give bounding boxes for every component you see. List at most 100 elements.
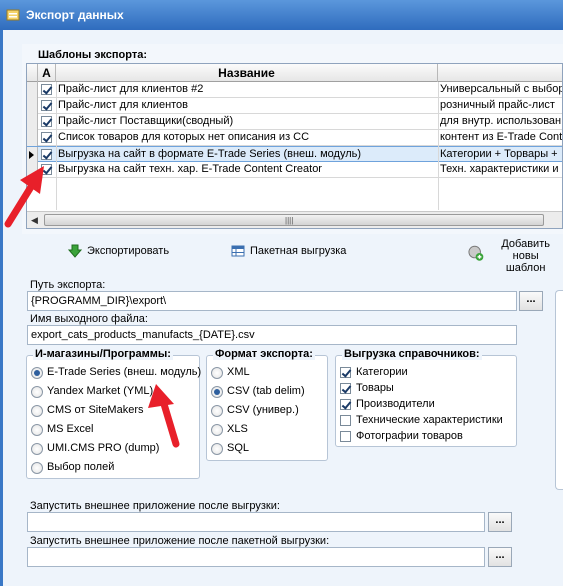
- table-row[interactable]: Выгрузка на сайт техн. хар. E-Trade Cont…: [27, 162, 562, 178]
- grid-header: А Название: [27, 64, 562, 82]
- add-template-icon: [468, 245, 484, 261]
- option-label[interactable]: Выбор полей: [47, 461, 114, 473]
- option-label[interactable]: E-Trade Series (внеш. модуль): [47, 366, 201, 378]
- row-active-checkbox[interactable]: [41, 84, 52, 95]
- row-description: Техн. характеристики и: [440, 163, 559, 175]
- templates-grid[interactable]: А Название Прайс-лист для клиентов #2 Уни…: [26, 63, 563, 229]
- row-selector[interactable]: [27, 130, 38, 146]
- output-file-input[interactable]: export_cats_products_manufacts_{DATE}.cs…: [27, 325, 517, 345]
- row-description: для внутр. использован: [440, 115, 562, 127]
- header-active[interactable]: А: [38, 64, 56, 82]
- horizontal-scrollbar[interactable]: ◀ ||||: [27, 211, 562, 228]
- export-window: Экспорт данных Шаблоны экспорта: А Назва…: [0, 0, 563, 586]
- batch-table-icon: [231, 245, 245, 257]
- row-name: Прайс-лист для клиентов #2: [58, 83, 204, 95]
- option-label[interactable]: XML: [227, 366, 250, 378]
- row-active-checkbox[interactable]: [41, 132, 52, 143]
- checkbox[interactable]: [340, 431, 351, 442]
- run-after-batch-browse-button[interactable]: ...: [488, 547, 512, 567]
- export-path-input[interactable]: {PROGRAMM_DIR}\export\: [27, 291, 517, 311]
- current-row-icon: [29, 151, 34, 159]
- option-label[interactable]: Производители: [356, 398, 435, 410]
- export-app-icon: [6, 9, 20, 21]
- row-description: Универсальный с выбор: [440, 83, 563, 95]
- run-after-input[interactable]: [27, 512, 485, 532]
- col-separator: [438, 82, 439, 210]
- row-active-checkbox[interactable]: [41, 100, 52, 111]
- scrollbar-thumb[interactable]: ||||: [44, 214, 544, 226]
- add-template-button[interactable]: Добавить новы шаблон: [467, 238, 563, 274]
- references-group-title: Выгрузка справочников:: [342, 348, 482, 360]
- radio-button[interactable]: [211, 405, 223, 417]
- checkbox[interactable]: [340, 367, 351, 378]
- table-row[interactable]: Прайс-лист для клиентов #2 Универсальный …: [27, 82, 562, 98]
- annotation-arrow-icon: [148, 384, 180, 448]
- radio-button[interactable]: [31, 386, 43, 398]
- option-label[interactable]: Yandex Market (YML): [47, 385, 153, 397]
- option-label[interactable]: CSV (tab delim): [227, 385, 305, 397]
- run-after-batch-input[interactable]: [27, 547, 485, 567]
- option-label[interactable]: Категории: [356, 366, 408, 378]
- row-selector[interactable]: [27, 98, 38, 114]
- row-name: Прайс-лист для клиентов: [58, 99, 189, 111]
- row-active-checkbox[interactable]: [41, 116, 52, 127]
- add-template-label-line2: шаблон: [505, 262, 546, 274]
- run-after-label: Запустить внешнее приложение после выгру…: [30, 500, 280, 512]
- option-label[interactable]: CSV (универ.): [227, 404, 299, 416]
- side-panel-edge: [555, 290, 563, 490]
- header-name[interactable]: Название: [56, 64, 438, 82]
- add-template-label-line1: Добавить новы: [501, 238, 550, 262]
- radio-button[interactable]: [211, 367, 223, 379]
- header-description[interactable]: [438, 64, 562, 82]
- row-active-checkbox[interactable]: [41, 149, 52, 160]
- row-description: Категории + Торвары +: [440, 148, 558, 160]
- option-label[interactable]: UMI.CMS PRO (dump): [47, 442, 159, 454]
- option-label[interactable]: Технические характеристики: [356, 414, 503, 426]
- radio-button[interactable]: [211, 424, 223, 436]
- table-row[interactable]: Список товаров для которых нет описания …: [27, 130, 562, 146]
- batch-export-label: Пакетная выгрузка: [250, 245, 347, 257]
- table-row[interactable]: Прайс-лист Поставщики(сводный) для внутр.…: [27, 114, 562, 130]
- run-after-batch-label: Запустить внешнее приложение после пакет…: [30, 535, 330, 547]
- radio-button[interactable]: [211, 386, 223, 398]
- option-label[interactable]: XLS: [227, 423, 248, 435]
- table-row[interactable]: Выгрузка на сайт в формате E-Trade Serie…: [27, 146, 562, 163]
- row-name: Прайс-лист Поставщики(сводный): [58, 115, 234, 127]
- radio-button[interactable]: [31, 424, 43, 436]
- references-group: Выгрузка справочников: Категории Товары Пр…: [335, 348, 517, 447]
- batch-export-button[interactable]: Пакетная выгрузка: [231, 244, 346, 258]
- shops-group-title: И-магазины/Программы:: [33, 348, 173, 360]
- radio-button[interactable]: [31, 462, 43, 474]
- row-name: Выгрузка на сайт техн. хар. E-Trade Cont…: [58, 163, 322, 175]
- header-row-selector: [27, 64, 38, 82]
- templates-label: Шаблоны экспорта:: [38, 49, 148, 61]
- export-path-label: Путь экспорта:: [30, 279, 106, 291]
- row-selector[interactable]: [27, 82, 38, 98]
- output-file-label: Имя выходного файла:: [30, 313, 148, 325]
- option-label[interactable]: Фотографии товаров: [356, 430, 463, 442]
- export-arrow-icon: [68, 244, 82, 258]
- table-row[interactable]: Прайс-лист для клиентов розничный прайс-л…: [27, 98, 562, 114]
- checkbox[interactable]: [340, 383, 351, 394]
- run-after-browse-button[interactable]: ...: [488, 512, 512, 532]
- radio-button[interactable]: [31, 405, 43, 417]
- row-name: Выгрузка на сайт в формате E-Trade Serie…: [58, 148, 362, 160]
- option-label[interactable]: MS Excel: [47, 423, 93, 435]
- annotation-arrow-icon: [4, 166, 44, 228]
- row-selector[interactable]: [27, 114, 38, 130]
- export-button[interactable]: Экспортировать: [68, 244, 169, 258]
- radio-button[interactable]: [211, 443, 223, 455]
- checkbox[interactable]: [340, 399, 351, 410]
- option-label[interactable]: CMS от SiteMakers: [47, 404, 144, 416]
- export-button-label: Экспортировать: [87, 245, 170, 257]
- radio-button[interactable]: [31, 443, 43, 455]
- checkbox[interactable]: [340, 415, 351, 426]
- formats-group-title: Формат экспорта:: [213, 348, 315, 360]
- row-name: Список товаров для которых нет описания …: [58, 131, 310, 143]
- option-label[interactable]: SQL: [227, 442, 249, 454]
- option-label[interactable]: Товары: [356, 382, 394, 394]
- grip-icon: ||||: [285, 216, 294, 225]
- radio-button[interactable]: [31, 367, 43, 379]
- export-path-browse-button[interactable]: ...: [519, 291, 543, 311]
- title-bar: Экспорт данных: [0, 0, 563, 30]
